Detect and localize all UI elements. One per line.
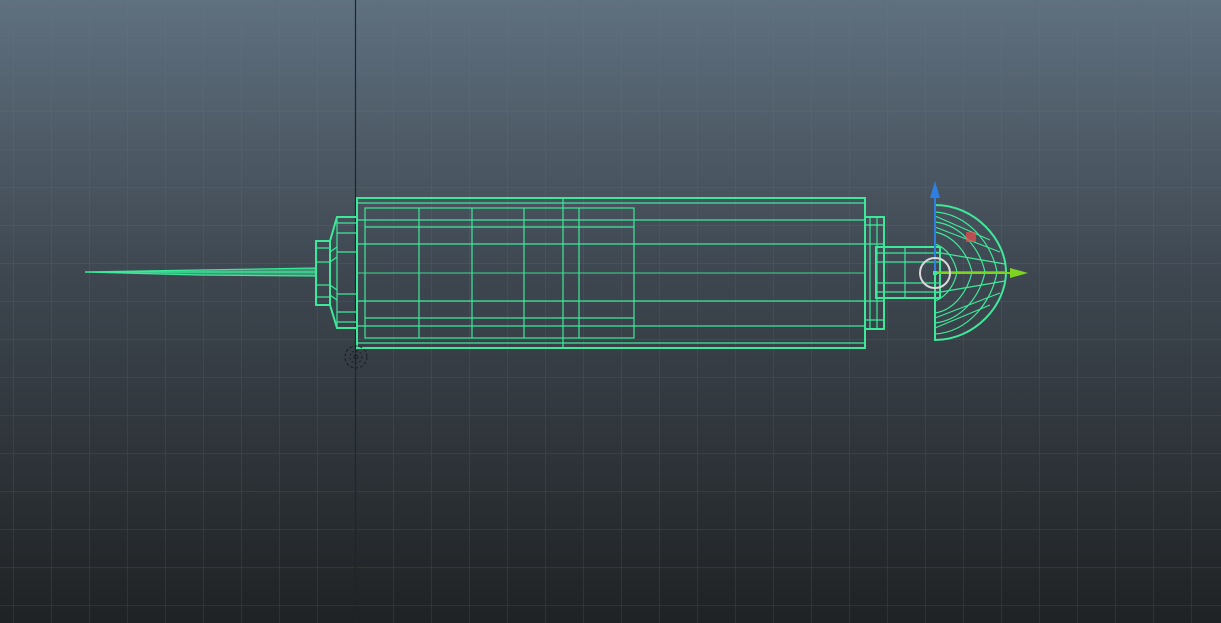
barrel [356, 197, 866, 349]
plane-handle[interactable] [966, 232, 976, 242]
center-dot [933, 271, 937, 275]
3d-viewport[interactable] [0, 0, 1221, 623]
viewport-grid [0, 0, 1221, 623]
